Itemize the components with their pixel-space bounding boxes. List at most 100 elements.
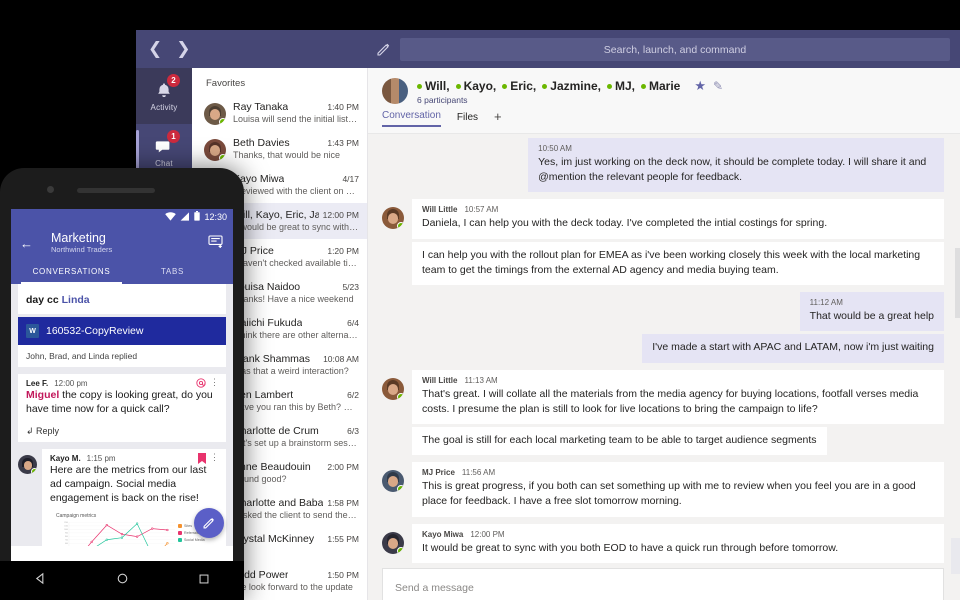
message-bubble[interactable]: MJ Price 11:56 AM This is great progress, …	[412, 462, 944, 517]
chat-list-item[interactable]: Ray Tanaka 1:40 PM Louisa will send the in…	[192, 95, 367, 131]
chevron-left-icon[interactable]: ❮	[148, 40, 162, 58]
chat-item-preview: Was that a weird interaction?	[233, 366, 349, 376]
message-text: That's great. I will collate all the mat…	[422, 387, 919, 415]
message-text: Yes, im just working on the deck now, it…	[538, 156, 927, 184]
participant-1[interactable]: Kayo,	[455, 79, 496, 93]
mobile-tab-tabs[interactable]: TABS	[122, 261, 223, 284]
presence-indicator	[397, 222, 404, 230]
message-group: 11:12 AM That would be a great help I've m…	[368, 292, 960, 365]
back-triangle-icon[interactable]	[34, 572, 47, 590]
conversation-header: Will, Kayo, Eric, Jazmine, MJ, Marie ★ ✎…	[368, 68, 960, 134]
chat-item-name: Will, Kayo, Eric, Jazmine, +2	[233, 209, 319, 221]
chat-item-time: 12:00 PM	[322, 210, 359, 220]
message-meta: Will Little 10:57 AM	[422, 205, 934, 214]
legend-label: Social Media	[184, 538, 205, 543]
message-bubble[interactable]: Kayo Miwa 12:00 PM It would be great to sy…	[412, 523, 944, 563]
home-circle-icon[interactable]	[116, 572, 129, 590]
svg-text:700: 700	[65, 540, 68, 542]
presence-indicator	[31, 468, 37, 475]
new-conversation-icon[interactable]	[208, 235, 224, 248]
chat-item-time: 4/17	[342, 174, 359, 184]
message-time: 11:56 AM	[461, 468, 496, 478]
message-bubble[interactable]: 11:12 AM That would be a great help	[799, 292, 944, 332]
earpiece-speaker	[77, 188, 155, 193]
mobile-subtitle: Northwind Traders	[51, 245, 113, 254]
message-bubble[interactable]: Will Little 11:13 AM That's great. I will …	[412, 369, 944, 424]
mobile-title: Marketing	[51, 231, 106, 245]
participant-2[interactable]: Eric,	[502, 79, 536, 93]
chevron-right-icon[interactable]: ❯	[176, 40, 190, 58]
mention-name: Miguel	[26, 389, 60, 401]
message-time: 12:00 pm	[54, 379, 88, 388]
chat-item-time: 1:50 PM	[327, 570, 359, 580]
scrollbar[interactable]	[955, 248, 960, 318]
mobile-app-bar: ← Marketing Northwind Traders CONVERSATI…	[11, 225, 233, 284]
pencil-icon[interactable]: ✎	[713, 79, 723, 93]
message-meta: 11:12 AM	[810, 298, 934, 307]
legend-item: Social Media	[178, 538, 212, 543]
activity-badge: 2	[167, 74, 180, 87]
mobile-tab-conversations[interactable]: CONVERSATIONS	[21, 261, 122, 284]
mobile-device: 12:30 ← Marketing Northwind Traders CONV…	[0, 168, 244, 600]
tab-files[interactable]: Files	[457, 112, 478, 127]
recents-square-icon[interactable]	[198, 572, 210, 590]
presence-indicator	[219, 154, 226, 161]
scrollbar-secondary[interactable]	[951, 538, 960, 574]
chat-item-preview: Louisa will send the initial list of att…	[233, 114, 359, 124]
avatar	[204, 103, 226, 125]
mobile-conversation-body[interactable]: day cc Linda W 160532-CopyReview John, B…	[11, 284, 233, 546]
sidebar-item-activity[interactable]: Activity 2	[136, 68, 192, 124]
message-bubble-followup[interactable]: I can help you with the rollout plan for…	[412, 241, 944, 286]
reply-button[interactable]: ↲ Reply	[18, 422, 226, 443]
message-bubble-followup[interactable]: The goal is still for each local marketi…	[412, 426, 827, 456]
message-time: 11:13 AM	[464, 375, 498, 385]
replied-summary: John, Brad, and Linda replied	[18, 345, 226, 367]
add-tab-button[interactable]: +	[494, 109, 502, 127]
tab-conversation[interactable]: Conversation	[382, 110, 441, 127]
chat-item-name: Frank Shammas	[233, 353, 311, 365]
arrow-back-icon[interactable]: ←	[20, 236, 33, 251]
at-mention-icon	[196, 378, 206, 390]
compose-fab-icon[interactable]	[194, 508, 224, 538]
mention-link[interactable]: Linda	[62, 294, 90, 306]
chat-item-preview: Let's set up a brainstorm session for to…	[233, 438, 359, 448]
search-input[interactable]: Search, launch, and command	[400, 38, 950, 61]
battery-icon	[194, 211, 201, 223]
message-bubble-followup[interactable]: I've made a start with APAC and LATAM, n…	[642, 334, 944, 363]
message-bubble[interactable]: Will Little 10:57 AM Daniela, I can help y…	[412, 199, 944, 239]
star-icon[interactable]: ★	[694, 78, 706, 94]
svg-text:900: 900	[65, 533, 68, 535]
more-options-icon[interactable]: ⋮	[210, 377, 219, 388]
participant-4[interactable]: MJ,	[606, 79, 635, 93]
chat-item-time: 6/4	[347, 318, 359, 328]
message-text-2: I've made a start with APAC and LATAM, n…	[652, 341, 934, 354]
message-group: Will Little 11:13 AM That's great. I will …	[368, 369, 960, 459]
chat-item-name: Charlotte and Babak	[233, 497, 324, 509]
file-name: 160532-CopyReview	[46, 325, 144, 337]
message-meta: Will Little 11:13 AM	[422, 376, 934, 385]
message-group: MJ Price 11:56 AM This is great progress, …	[368, 462, 960, 519]
more-options-icon[interactable]: ⋮	[210, 452, 219, 463]
mobile-message-lee[interactable]: Lee F. 12:00 pm ⋮ Miguel the copy is loo…	[18, 374, 226, 423]
message-author: Will Little	[422, 375, 458, 385]
chat-item-time: 10:08 AM	[323, 354, 359, 364]
svg-text:1100: 1100	[64, 526, 68, 528]
partial-text: day cc	[26, 294, 62, 306]
participant-5[interactable]: Marie	[640, 79, 680, 93]
message-composer[interactable]: Send a message	[382, 568, 944, 600]
chat-list-item[interactable]: Beth Davies 1:43 PM Thanks, that would be …	[192, 131, 367, 167]
legend-swatch	[178, 538, 182, 543]
campaign-metrics-chart[interactable]: Campaign metrics 01002003004005006007008…	[50, 508, 218, 546]
avatar	[18, 455, 37, 475]
chat-item-preview: We look forward to the update	[233, 582, 353, 592]
message-bubble[interactable]: 10:50 AM Yes, im just working on the deck…	[528, 138, 944, 193]
message-text: Here are the metrics from our last ad ca…	[50, 464, 207, 504]
desktop-app-window: ❮ ❯ Search, launch, and command Activity…	[136, 30, 960, 600]
participant-3[interactable]: Jazmine,	[542, 79, 601, 93]
message-list[interactable]: 10:50 AM Yes, im just working on the deck…	[368, 134, 960, 600]
participant-0[interactable]: Will,	[417, 79, 450, 93]
compose-icon[interactable]	[376, 41, 392, 57]
avatar	[382, 377, 404, 400]
file-attachment-card[interactable]: W 160532-CopyReview	[18, 317, 226, 345]
message-meta: Kayo Miwa 12:00 PM	[422, 530, 934, 539]
